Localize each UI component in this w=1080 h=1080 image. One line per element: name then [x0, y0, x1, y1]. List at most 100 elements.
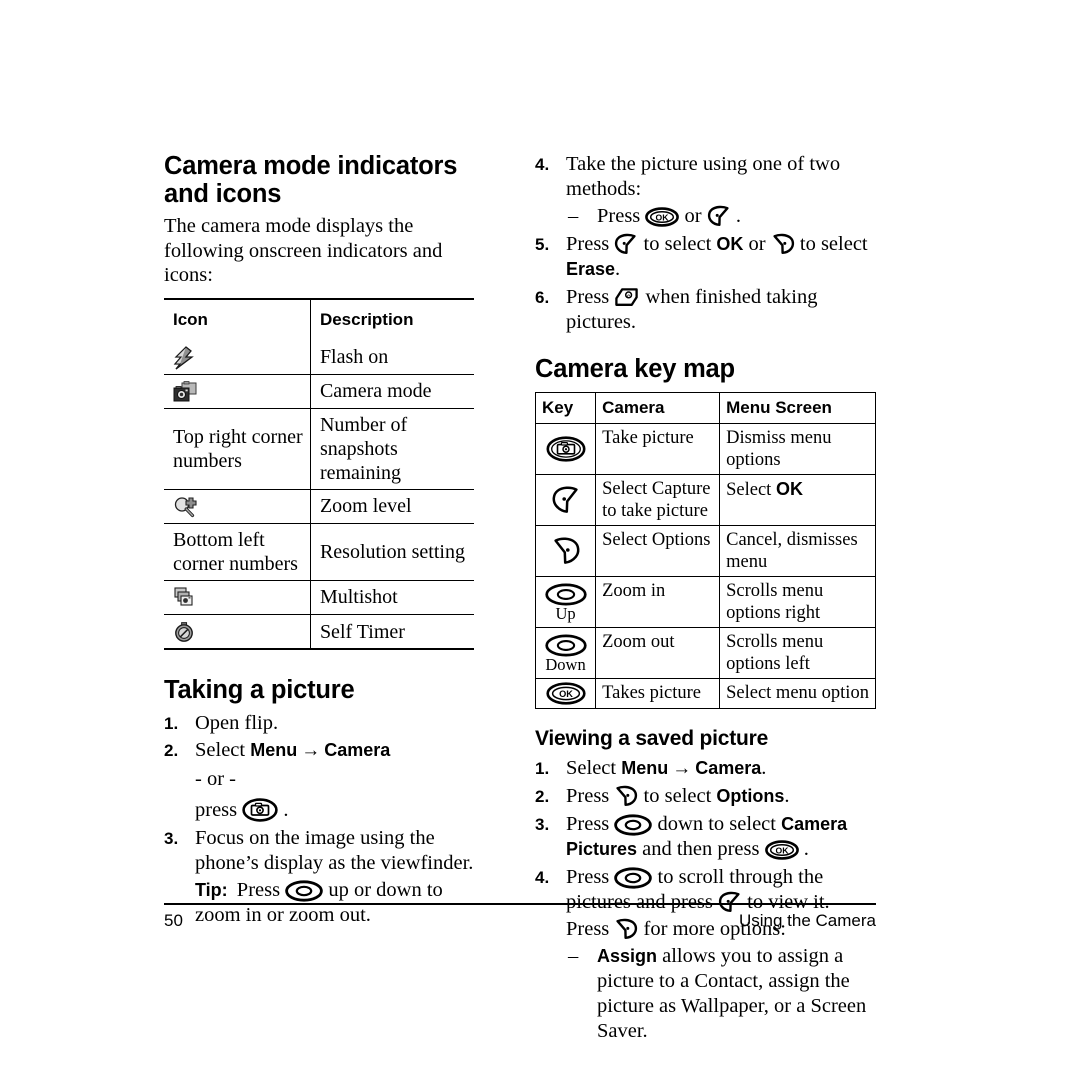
- left-softkey-icon: [551, 485, 581, 515]
- camera-action-cell: Zoom in: [595, 576, 721, 628]
- left-column: Camera mode indicators and icons The cam…: [164, 152, 474, 928]
- step-3: 3. Focus on the image using the phone’s …: [164, 826, 474, 876]
- svg-text:OK: OK: [775, 846, 789, 856]
- menu-action-cell: Select OK: [719, 474, 876, 526]
- icon-cell: [164, 580, 311, 616]
- nav-key-icon: [614, 814, 653, 836]
- step-4: 4. Take the picture using one of two met…: [535, 152, 876, 202]
- dash-glyph: –: [568, 945, 579, 968]
- step-text: down to select: [657, 813, 776, 836]
- key-label: Down: [545, 654, 586, 674]
- or-word: or: [748, 233, 766, 255]
- menu-action-cell: Cancel, dismisses menu: [719, 525, 876, 577]
- assign-bullet: – Assign allows you to assign a picture …: [566, 944, 876, 1044]
- tip-label: Tip:: [195, 880, 228, 901]
- viewing-a-saved-picture-heading: Viewing a saved picture: [535, 727, 769, 751]
- self-timer-icon: [173, 621, 197, 644]
- key-label: Up: [555, 603, 576, 623]
- view-step-1: 1. Select Menu → Camera.: [535, 756, 876, 781]
- step-4-substep: – Press OK or .: [566, 204, 876, 229]
- assign-label: Assign: [597, 946, 658, 967]
- right-softkey-icon: [771, 233, 795, 255]
- step-number: 1.: [164, 714, 179, 734]
- end-key-icon: e: [614, 286, 640, 308]
- step-text-prefix: Select: [566, 757, 622, 780]
- step-1: 1. Open flip.: [164, 711, 474, 736]
- menu-action-cell: Scrolls menu options left: [719, 627, 876, 679]
- icon-cell: [164, 614, 311, 650]
- description-cell: Resolution setting: [310, 523, 474, 581]
- page-number: 50: [164, 911, 183, 930]
- description-cell: Flash on: [310, 340, 474, 375]
- table-row: Multishot: [164, 580, 474, 616]
- step-text: to select: [799, 233, 868, 255]
- options-label: Options: [716, 786, 785, 807]
- camera-action-cell: Select Options: [595, 525, 721, 577]
- camera-label: Camera: [324, 740, 391, 761]
- press-word: Press: [566, 286, 610, 308]
- right-softkey-icon: [614, 785, 638, 807]
- svg-text:e: e: [628, 294, 631, 300]
- left-softkey-icon: [614, 233, 638, 255]
- step-number: 4.: [535, 155, 550, 174]
- step-number: 5.: [535, 235, 550, 254]
- icon-text-cell: Bottom left corner numbers: [164, 523, 311, 581]
- camera-action-cell: Zoom out: [595, 627, 721, 679]
- flash-on-icon: [173, 346, 195, 370]
- view-step-4: 4. Press to scroll through the pictures …: [535, 865, 876, 915]
- ok-label: OK: [775, 479, 803, 499]
- footer-divider: [164, 903, 876, 905]
- viewing-steps: 1. Select Menu → Camera. 2. Press to selec…: [535, 756, 876, 1044]
- nav-key-icon: [544, 583, 587, 606]
- page-title-line2: and icons: [164, 180, 282, 208]
- ok-key-icon: OK: [645, 207, 680, 227]
- key-cell: Up: [534, 576, 597, 628]
- icon-cell: [164, 374, 311, 409]
- description-cell: Self Timer: [319, 620, 405, 643]
- trailing-period: .: [283, 799, 289, 822]
- table-row: Camera mode: [164, 374, 474, 409]
- menu-action-cell: Dismiss menu options: [719, 423, 876, 475]
- description-cell: Number of snapshots remaining: [310, 408, 474, 490]
- table-row: Down Zoom out Scrolls menu options left: [534, 627, 876, 679]
- step-number: 4.: [535, 868, 550, 888]
- key-cell: Down: [534, 627, 597, 679]
- step-text: to select: [643, 233, 712, 255]
- trailing-period: .: [803, 838, 809, 861]
- dash-glyph: –: [568, 205, 579, 227]
- step-text-continued: and then press: [642, 838, 760, 861]
- key-cell: [534, 423, 597, 475]
- ok-key-icon: OK: [764, 840, 799, 860]
- camera-key-map-table: Key Camera Menu Screen Take picture Dism…: [534, 392, 876, 710]
- key-cell: [534, 525, 597, 577]
- camera-mode-icon: [173, 380, 198, 404]
- table-row: Up Zoom in Scrolls menu options right: [534, 576, 876, 628]
- step-number: 3.: [535, 815, 550, 835]
- step-number: 1.: [535, 759, 550, 779]
- table-row: OK Takes picture Select menu option: [534, 677, 876, 710]
- menu-label: Menu: [250, 740, 298, 761]
- step-text: Focus on the image using the phone’s dis…: [195, 827, 474, 875]
- table-header-row: Key Camera Menu Screen: [534, 392, 876, 424]
- tip-press-word: Press: [236, 879, 281, 902]
- arrow-glyph: →: [672, 758, 692, 780]
- erase-label: Erase: [566, 259, 616, 279]
- step-2-press-line: press .: [164, 798, 474, 823]
- table-row: Self Timer: [164, 614, 474, 650]
- press-word: Press: [597, 205, 641, 227]
- or-separator: - or -: [195, 768, 236, 791]
- table-row: Bottom left corner numbers Resolution se…: [164, 523, 474, 581]
- icon-cell: [164, 489, 311, 524]
- icon-description-table: Icon Description Flash on Camera mode To…: [164, 297, 474, 651]
- table-row: Select Options Cancel, dismisses menu: [534, 525, 876, 577]
- step-number: 3.: [164, 829, 179, 849]
- step-text: Take the picture using one of two method…: [566, 153, 841, 200]
- ok-label: OK: [716, 234, 744, 254]
- step-text: to select: [643, 785, 712, 808]
- camera-action-cell: Select Capture to take picture: [595, 474, 721, 526]
- column-header-description: Description: [319, 309, 414, 329]
- table-header-row: Icon Description: [164, 298, 474, 341]
- menu-label: Menu: [621, 758, 669, 779]
- view-step-3: 3. Press down to select Camera Pictures …: [535, 812, 876, 862]
- nav-key-icon: [544, 634, 587, 657]
